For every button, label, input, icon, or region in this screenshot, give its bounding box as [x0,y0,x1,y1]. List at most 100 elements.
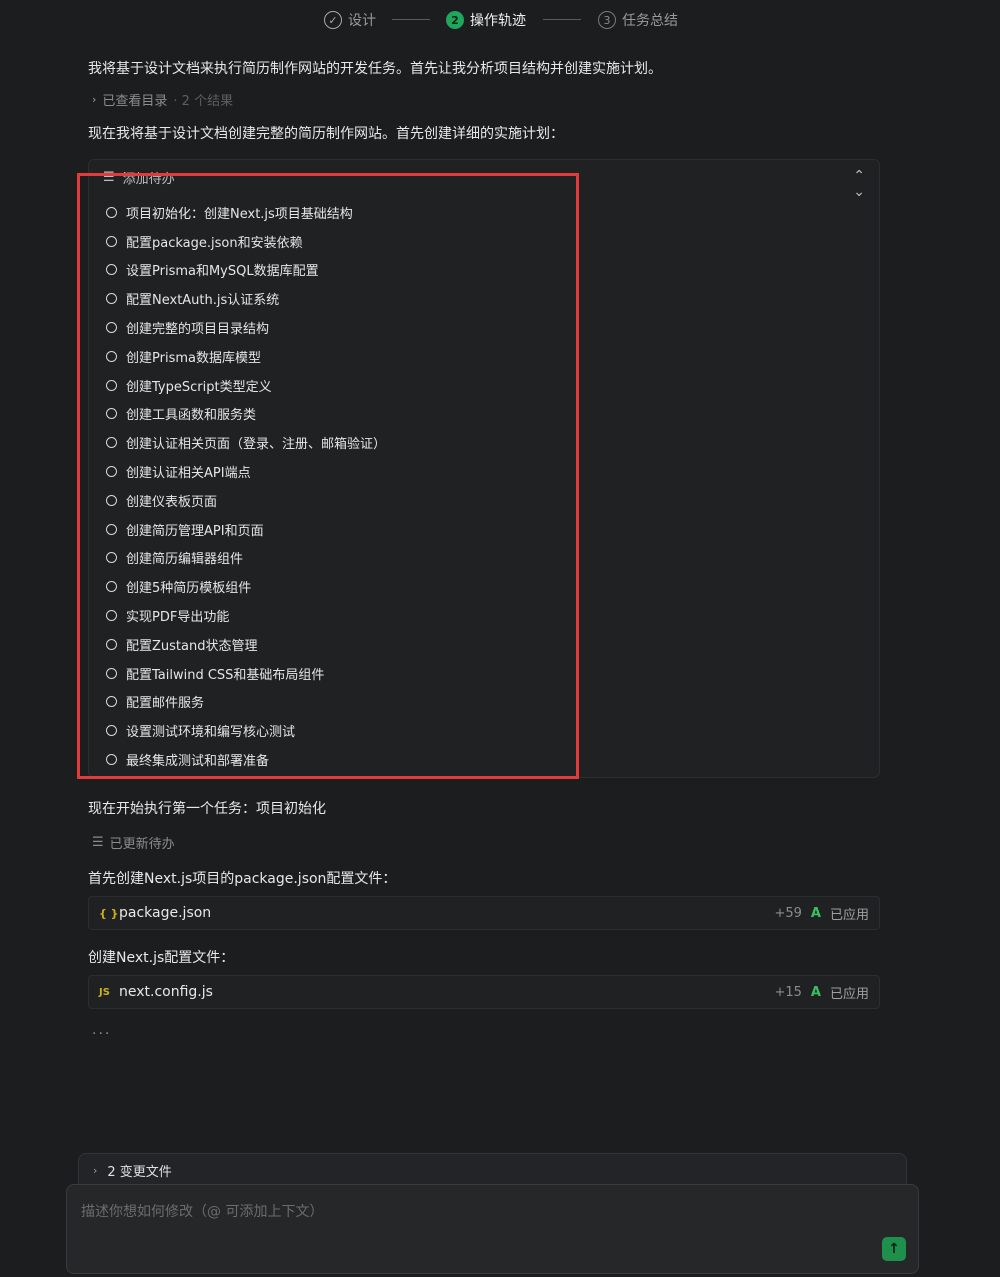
todo-item-label: 配置Zustand状态管理 [126,638,258,654]
todo-item-label: 配置Tailwind CSS和基础布局组件 [126,667,325,683]
circle-icon [106,264,117,276]
chevron-right-icon: › [93,1164,98,1177]
applied-status: 已应用 [829,907,869,923]
collapse-icon[interactable]: ⌃ ⌄ [853,168,865,200]
todo-item-label: 创建认证相关API端点 [126,466,251,482]
changed-files-label: 2 变更文件 [107,1165,172,1180]
assistant-message: 现在我将基于设计文档创建完整的简历制作网站。首先创建详细的实施计划： [88,126,564,142]
step-label: 任务总结 [622,13,678,29]
circle-icon [106,322,117,334]
step-design[interactable]: ✓ 设计 [324,8,376,32]
send-button[interactable]: ↑ [882,1237,906,1261]
todo-item[interactable]: 最终集成测试和部署准备 [106,745,386,774]
todo-item-label: 创建仪表板页面 [126,494,218,510]
circle-icon [106,206,117,218]
todo-item[interactable]: 创建Prisma数据库模型 [106,342,386,371]
circle-icon [106,552,117,564]
circle-icon [106,523,117,535]
changed-files-bar[interactable]: › 2 变更文件 [78,1153,907,1187]
todo-item[interactable]: 创建认证相关API端点 [106,457,386,486]
circle-icon [106,235,117,247]
todo-item[interactable]: 创建完整的项目目录结构 [106,313,386,342]
circle-icon [106,466,117,478]
todo-item[interactable]: 创建工具函数和服务类 [106,400,386,429]
todo-item-label: 最终集成测试和部署准备 [126,754,270,770]
todo-item-label: 设置测试环境和编写核心测试 [126,725,296,741]
viewed-directory-label: 已查看目录 [102,94,168,109]
progress-stepper: ✓ 设计 2 操作轨迹 3 任务总结 [0,8,1000,32]
todo-item-label: 设置Prisma和MySQL数据库配置 [126,264,319,280]
check-circle-icon: ✓ [324,11,342,29]
added-badge: A [810,984,821,1000]
circle-icon [106,725,117,737]
result-count: · 2 个结果 [173,94,234,109]
list-icon: ☰ [92,835,104,850]
updated-todo-label: 已更新待办 [109,837,175,852]
todo-item-label: 创建Prisma数据库模型 [126,350,261,366]
todo-item-label: 创建认证相关页面（登录、注册、邮箱验证） [126,437,387,453]
step-trajectory[interactable]: 2 操作轨迹 [446,8,526,32]
step-label: 设计 [348,13,376,29]
todo-item-label: 创建工具函数和服务类 [126,408,257,424]
todo-item[interactable]: 配置邮件服务 [106,688,386,717]
todo-item[interactable]: 创建认证相关页面（登录、注册、邮箱验证） [106,428,386,457]
todo-item-label: 配置邮件服务 [126,696,205,712]
todo-list: 项目初始化：创建Next.js项目基础结构 配置package.json和安装依… [106,198,386,774]
circle-icon [106,494,117,506]
todo-item-label: 创建简历编辑器组件 [126,552,244,568]
assistant-message: 现在开始执行第一个任务：项目初始化 [88,801,326,817]
circle-icon [106,437,117,449]
todo-item-label: 配置package.json和安装依赖 [126,235,303,251]
circle-icon [106,638,117,650]
todo-item[interactable]: 创建TypeScript类型定义 [106,371,386,400]
step-connector [543,19,581,20]
file-change-card[interactable]: { } package.json +59 A 已应用 [88,896,880,930]
message-input[interactable] [79,1199,843,1243]
circle-icon [106,667,117,679]
todo-item[interactable]: 配置Zustand状态管理 [106,630,386,659]
lines-added: +59 [774,905,802,921]
circle-icon [106,754,117,766]
todo-item[interactable]: 创建简历管理API和页面 [106,515,386,544]
lines-added: +15 [774,984,802,1000]
todo-item[interactable]: 创建仪表板页面 [106,486,386,515]
step-number-icon: 2 [446,11,464,29]
file-name: next.config.js [119,984,213,1000]
file-change-card[interactable]: JS next.config.js +15 A 已应用 [88,975,880,1009]
step-connector [392,19,430,20]
todo-item-label: 配置NextAuth.js认证系统 [126,293,280,309]
todo-item[interactable]: 配置Tailwind CSS和基础布局组件 [106,659,386,688]
todo-item[interactable]: 设置Prisma和MySQL数据库配置 [106,256,386,285]
circle-icon [106,379,117,391]
todo-item[interactable]: 配置NextAuth.js认证系统 [106,284,386,313]
message-input-box: ↑ [66,1184,919,1274]
arrow-up-icon: ↑ [888,1241,900,1257]
circle-icon [106,610,117,622]
updated-todo-row[interactable]: ☰ 已更新待办 [92,833,175,852]
todo-item-label: 项目初始化：创建Next.js项目基础结构 [126,206,353,222]
list-icon: ☰ [103,170,115,185]
todo-item[interactable]: 创建简历编辑器组件 [106,544,386,573]
todo-item[interactable]: 实现PDF导出功能 [106,601,386,630]
file-name: package.json [119,905,212,921]
viewed-directory-row[interactable]: › 已查看目录 · 2 个结果 [92,90,233,109]
assistant-message: 创建Next.js配置文件： [88,950,235,966]
todo-card-header: ☰ 添加待办 [103,168,175,187]
todo-item[interactable]: 创建5种简历模板组件 [106,572,386,601]
todo-card-title: 添加待办 [122,172,175,187]
todo-item-label: 实现PDF导出功能 [126,610,230,626]
todo-item-label: 创建简历管理API和页面 [126,523,264,539]
step-label: 操作轨迹 [470,13,526,29]
todo-item[interactable]: 设置测试环境和编写核心测试 [106,716,386,745]
todo-item-label: 创建TypeScript类型定义 [126,379,272,395]
circle-icon [106,408,117,420]
todo-item[interactable]: 项目初始化：创建Next.js项目基础结构 [106,198,386,227]
circle-icon [106,350,117,362]
step-summary[interactable]: 3 任务总结 [598,8,678,32]
js-file-icon: JS [99,986,110,998]
todo-item[interactable]: 配置package.json和安装依赖 [106,227,386,256]
chevron-right-icon: › [92,93,97,106]
applied-status: 已应用 [829,986,869,1002]
circle-icon [106,293,117,305]
assistant-message: 首先创建Next.js项目的package.json配置文件： [88,871,397,887]
